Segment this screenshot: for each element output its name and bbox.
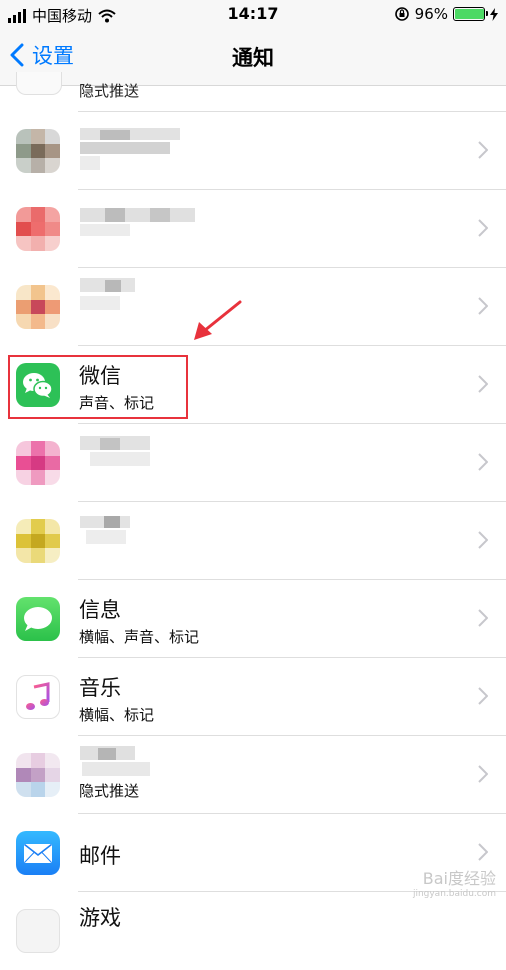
- chevron-right-icon: [478, 375, 488, 393]
- app-icon: [16, 441, 60, 485]
- app-icon: [16, 519, 60, 563]
- list-item[interactable]: [0, 190, 506, 268]
- chevron-right-icon: [478, 843, 488, 861]
- navigation-bar: 设置 通知: [0, 30, 506, 86]
- chevron-right-icon: [478, 453, 488, 471]
- battery-icon: [453, 7, 488, 21]
- watermark: Bai度经验 jingyan.baidu.com: [413, 865, 496, 899]
- list-item-subtitle: 横幅、标记: [79, 706, 155, 724]
- battery-percent: 96%: [414, 5, 448, 23]
- highlight-box: [8, 355, 188, 419]
- list-item[interactable]: [0, 112, 506, 190]
- chevron-right-icon: [478, 219, 488, 237]
- list-item-messages[interactable]: 信息 横幅、声音、标记: [0, 580, 506, 658]
- app-icon: [16, 207, 60, 251]
- app-icon: [16, 72, 62, 95]
- list-item-subtitle: 横幅、声音、标记: [79, 628, 200, 646]
- chevron-right-icon: [478, 141, 488, 159]
- list-item-music[interactable]: 音乐 横幅、标记: [0, 658, 506, 736]
- list-item-title: 游戏: [79, 906, 121, 930]
- messages-icon: [16, 597, 60, 641]
- watermark-sub: jingyan.baidu.com: [412, 889, 496, 899]
- page-title: 通知: [232, 46, 274, 70]
- app-icon: [16, 129, 60, 173]
- app-icon: [16, 753, 60, 797]
- orientation-lock-icon: [394, 7, 409, 21]
- app-icon: [16, 285, 60, 329]
- chevron-right-icon: [478, 297, 488, 315]
- watermark-main: Bai度经验: [422, 869, 496, 888]
- list-item[interactable]: [0, 268, 506, 346]
- list-item-title: 信息: [79, 598, 121, 622]
- list-item[interactable]: 隐式推送: [0, 736, 506, 814]
- list-item-title: 邮件: [79, 844, 121, 868]
- annotation-arrow-icon: [194, 300, 242, 340]
- list-item[interactable]: [0, 424, 506, 502]
- list-item-game-center[interactable]: 游戏: [0, 892, 506, 970]
- chevron-right-icon: [478, 531, 488, 549]
- music-icon: [16, 675, 60, 719]
- game-center-icon: [16, 909, 60, 953]
- partial-list-item[interactable]: 隐式推送: [0, 72, 506, 112]
- chevron-right-icon: [478, 765, 488, 783]
- list-item[interactable]: [0, 502, 506, 580]
- list-item-subtitle: 隐式推送: [79, 782, 140, 800]
- notification-app-list: 微信 声音、标记 信息 横幅、声音、标记 音乐 横幅、标记 隐式推送 邮件 游戏: [0, 112, 506, 970]
- status-bar: 中国移动 14:17 96%: [0, 0, 506, 30]
- mail-icon: [16, 831, 60, 875]
- list-item-subtitle: 隐式推送: [79, 82, 140, 100]
- charging-bolt-icon: [490, 7, 498, 21]
- list-item-title: 音乐: [79, 676, 121, 700]
- chevron-right-icon: [478, 609, 488, 627]
- chevron-right-icon: [478, 687, 488, 705]
